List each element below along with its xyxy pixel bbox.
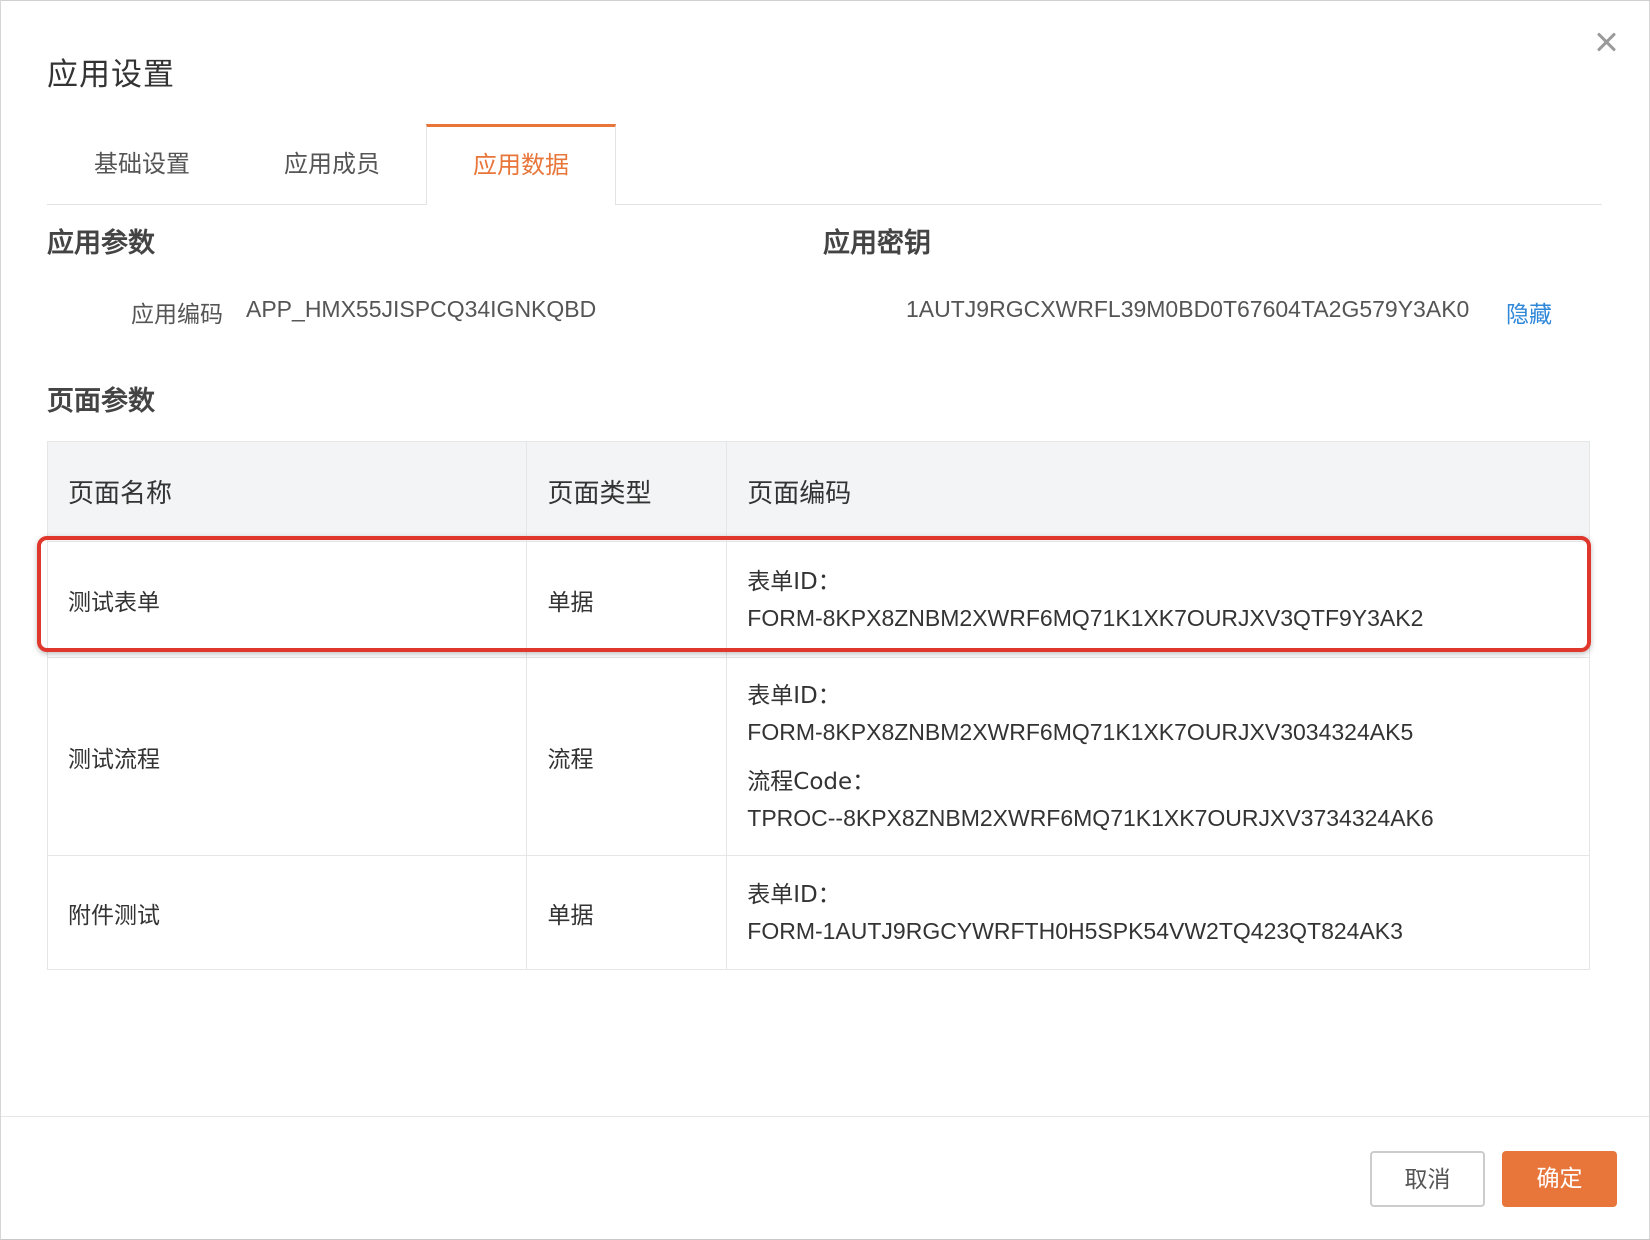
app-params-title: 应用参数 — [47, 228, 155, 259]
close-icon[interactable] — [1589, 25, 1623, 59]
page-type-cell: 单据 — [526, 541, 728, 658]
app-secret-title: 应用密钥 — [823, 228, 931, 259]
form-id-block: 表单ID： FORM-8KPX8ZNBM2XWRF6MQ71K1XK7OURJX… — [747, 674, 1569, 754]
column-header-page-type: 页面类型 — [526, 441, 728, 542]
footer-divider — [1, 1116, 1649, 1117]
page-type-cell: 流程 — [526, 657, 728, 856]
app-settings-dialog: 应用设置 基础设置 应用成员 应用数据 应用参数 应用编码 APP_HMX55J… — [0, 0, 1650, 1240]
dialog-title: 应用设置 — [47, 57, 175, 93]
page-name-cell: 测试流程 — [46, 657, 528, 856]
table-row: 测试流程 流程 表单ID： FORM-8KPX8ZNBM2XWRF6MQ71K1… — [46, 657, 1590, 856]
form-id-label: 表单ID： — [747, 568, 841, 595]
page-name-cell: 附件测试 — [46, 855, 528, 970]
table-row: 附件测试 单据 表单ID： FORM-1AUTJ9RGCYWRFTH0H5SPK… — [46, 855, 1590, 970]
process-code-label: 流程Code： — [747, 768, 876, 795]
form-id-value: FORM-8KPX8ZNBM2XWRF6MQ71K1XK7OURJXV3QTF9… — [747, 604, 1424, 631]
column-header-page-name: 页面名称 — [46, 441, 528, 542]
page-code-cell: 表单ID： FORM-8KPX8ZNBM2XWRF6MQ71K1XK7OURJX… — [726, 657, 1590, 856]
hide-secret-link[interactable]: 隐藏 — [1506, 295, 1552, 329]
page-code-cell: 表单ID： FORM-1AUTJ9RGCYWRFTH0H5SPK54VW2TQ4… — [726, 855, 1590, 970]
page-params-table: 页面名称 页面类型 页面编码 测试表单 单据 表单ID： FORM-8KPX8Z… — [46, 441, 1590, 970]
page-type-cell: 单据 — [526, 855, 728, 970]
process-code-value: TPROC--8KPX8ZNBM2XWRF6MQ71K1XK7OURJXV373… — [747, 804, 1434, 831]
form-id-block: 表单ID： FORM-1AUTJ9RGCYWRFTH0H5SPK54VW2TQ4… — [747, 873, 1569, 953]
table-row: 测试表单 单据 表单ID： FORM-8KPX8ZNBM2XWRF6MQ71K1… — [46, 541, 1590, 658]
form-id-value: FORM-1AUTJ9RGCYWRFTH0H5SPK54VW2TQ423QT82… — [747, 917, 1403, 944]
confirm-button[interactable]: 确定 — [1502, 1151, 1617, 1207]
page-code-cell: 表单ID： FORM-8KPX8ZNBM2XWRF6MQ71K1XK7OURJX… — [726, 541, 1590, 658]
app-code-label: 应用编码 — [131, 302, 223, 328]
cancel-button[interactable]: 取消 — [1370, 1151, 1485, 1207]
tab-bar: 基础设置 应用成员 应用数据 — [47, 124, 1602, 205]
form-id-label: 表单ID： — [747, 682, 841, 709]
form-id-block: 表单ID： FORM-8KPX8ZNBM2XWRF6MQ71K1XK7OURJX… — [747, 560, 1569, 640]
form-id-label: 表单ID： — [747, 881, 841, 908]
process-code-block: 流程Code： TPROC--8KPX8ZNBM2XWRF6MQ71K1XK7O… — [747, 760, 1569, 840]
page-name-cell: 测试表单 — [46, 541, 528, 658]
column-header-page-code: 页面编码 — [726, 441, 1590, 542]
page-params-title: 页面参数 — [47, 386, 155, 417]
form-id-value: FORM-8KPX8ZNBM2XWRF6MQ71K1XK7OURJXV30343… — [747, 718, 1414, 745]
tab-app-data[interactable]: 应用数据 — [426, 124, 616, 205]
tab-app-members[interactable]: 应用成员 — [237, 124, 427, 204]
app-secret-value: 1AUTJ9RGCXWRFL39M0BD0T67604TA2G579Y3AK0 — [906, 296, 1470, 322]
table-header-row: 页面名称 页面类型 页面编码 — [46, 441, 1590, 542]
app-code-value: APP_HMX55JISPCQ34IGNKQBD — [246, 296, 597, 322]
tab-basic-settings[interactable]: 基础设置 — [47, 124, 237, 204]
